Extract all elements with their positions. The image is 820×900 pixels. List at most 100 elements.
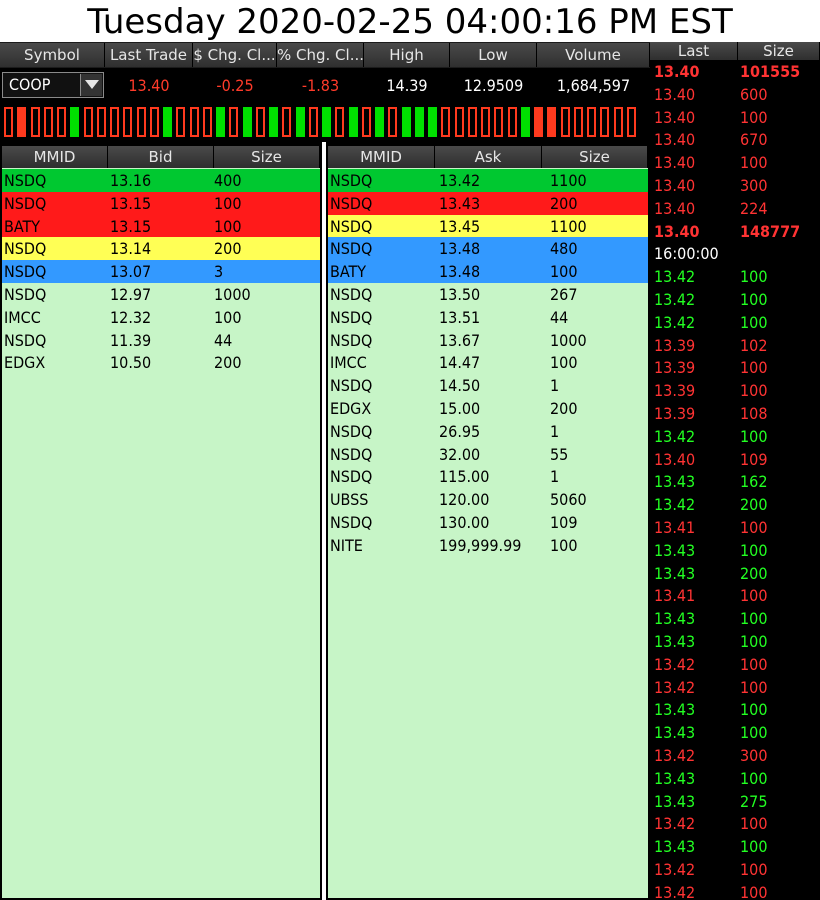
ts-last: 13.39 bbox=[654, 335, 696, 355]
tick-mark bbox=[216, 107, 225, 137]
ts-row[interactable]: 13.43 100 bbox=[650, 631, 820, 654]
tick-mark bbox=[149, 107, 159, 137]
book-size: 44 bbox=[214, 330, 233, 350]
book-row[interactable]: NSDQ 13.07 3 bbox=[2, 260, 320, 284]
ts-row[interactable]: 13.42 100 bbox=[650, 654, 820, 677]
bid-header-bid[interactable]: Bid bbox=[108, 146, 214, 168]
book-mmid: NSDQ bbox=[330, 285, 373, 304]
ts-row[interactable]: 13.41 100 bbox=[650, 517, 820, 540]
ts-row[interactable]: 13.40 100 bbox=[650, 152, 820, 175]
ts-row[interactable]: 13.43 275 bbox=[650, 791, 820, 814]
ts-row[interactable]: 13.43 100 bbox=[650, 699, 820, 722]
header-symbol[interactable]: Symbol bbox=[0, 43, 105, 67]
ask-header-ask[interactable]: Ask bbox=[435, 146, 542, 168]
book-row[interactable]: IMCC 12.32 100 bbox=[2, 306, 320, 329]
ts-row[interactable]: 13.40 670 bbox=[650, 129, 820, 152]
book-price: 10.50 bbox=[110, 353, 152, 373]
ts-last: 13.41 bbox=[654, 518, 696, 537]
bid-header-size[interactable]: Size bbox=[214, 146, 320, 168]
book-row[interactable]: BATY 13.15 100 bbox=[2, 214, 320, 238]
ts-row[interactable]: 13.42 100 bbox=[650, 677, 820, 700]
ts-row[interactable]: 13.40 100 bbox=[650, 107, 820, 130]
ts-last: 13.43 bbox=[654, 609, 696, 629]
ts-row[interactable]: 13.42 100 bbox=[650, 289, 820, 312]
ts-row[interactable]: 13.42 100 bbox=[650, 266, 820, 289]
tick-mark bbox=[242, 107, 252, 137]
book-row[interactable]: NSDQ 13.14 200 bbox=[2, 237, 320, 261]
ts-row[interactable]: 13.43 200 bbox=[650, 563, 820, 586]
ts-row[interactable]: 13.40 109 bbox=[650, 449, 820, 472]
ts-row[interactable]: 13.41 100 bbox=[650, 585, 820, 608]
book-row[interactable]: NSDQ 13.45 1100 bbox=[328, 214, 648, 238]
ts-size: 101555 bbox=[740, 62, 801, 81]
book-row[interactable]: IMCC 14.47 100 bbox=[328, 351, 648, 374]
book-row[interactable]: NSDQ 32.00 55 bbox=[328, 443, 648, 466]
book-size: 1100 bbox=[550, 216, 587, 236]
book-row[interactable]: NSDQ 115.00 1 bbox=[328, 465, 648, 488]
book-row[interactable]: NSDQ 13.67 1000 bbox=[328, 329, 648, 352]
ts-row[interactable]: 13.40 300 bbox=[650, 175, 820, 198]
book-price: 120.00 bbox=[439, 490, 490, 510]
ts-header-size[interactable]: Size bbox=[738, 42, 820, 60]
book-row[interactable]: NITE 199,999.99 100 bbox=[328, 534, 648, 557]
book-price: 11.39 bbox=[110, 330, 152, 350]
book-row[interactable]: NSDQ 11.39 44 bbox=[2, 329, 320, 352]
ts-row[interactable]: 13.39 100 bbox=[650, 357, 820, 380]
ts-row[interactable]: 13.43 100 bbox=[650, 540, 820, 563]
book-row[interactable]: UBSS 120.00 5060 bbox=[328, 488, 648, 511]
tick-mark bbox=[255, 107, 265, 137]
ts-row[interactable]: 16:00:00 bbox=[650, 243, 820, 266]
ts-row[interactable]: 13.42 300 bbox=[650, 745, 820, 768]
ask-header-mmid[interactable]: MMID bbox=[328, 146, 435, 168]
chevron-down-icon[interactable] bbox=[80, 74, 102, 96]
ts-last: 13.42 bbox=[654, 814, 696, 834]
ts-row[interactable]: 13.40 101555 bbox=[650, 61, 820, 84]
ts-row[interactable]: 13.43 100 bbox=[650, 722, 820, 745]
header-volume[interactable]: Volume bbox=[537, 43, 650, 67]
book-row[interactable]: NSDQ 130.00 109 bbox=[328, 511, 648, 534]
tick-mark bbox=[96, 107, 106, 137]
ts-row[interactable]: 13.43 100 bbox=[650, 836, 820, 859]
book-row[interactable]: NSDQ 13.48 480 bbox=[328, 237, 648, 261]
ts-row[interactable]: 13.43 100 bbox=[650, 768, 820, 791]
ts-row[interactable]: 13.42 100 bbox=[650, 426, 820, 449]
book-row[interactable]: NSDQ 13.50 267 bbox=[328, 283, 648, 306]
book-row[interactable]: EDGX 15.00 200 bbox=[328, 397, 648, 420]
header-dollar-change[interactable]: $ Chg. Cl... bbox=[193, 43, 277, 67]
header-percent-change[interactable]: % Chg. Cl... bbox=[277, 43, 364, 67]
ts-size: 600 bbox=[740, 84, 768, 104]
ts-row[interactable]: 13.42 100 bbox=[650, 312, 820, 335]
book-price: 32.00 bbox=[439, 444, 481, 464]
tick-mark bbox=[110, 107, 119, 137]
ts-row[interactable]: 13.42 100 bbox=[650, 813, 820, 836]
book-row[interactable]: NSDQ 12.97 1000 bbox=[2, 283, 320, 306]
bid-header-mmid[interactable]: MMID bbox=[2, 146, 108, 168]
ask-header-size[interactable]: Size bbox=[542, 146, 648, 168]
book-row[interactable]: NSDQ 13.15 100 bbox=[2, 191, 320, 215]
book-row[interactable]: NSDQ 13.43 200 bbox=[328, 191, 648, 215]
ts-row[interactable]: 13.39 108 bbox=[650, 403, 820, 426]
book-row[interactable]: NSDQ 13.51 44 bbox=[328, 306, 648, 329]
book-row[interactable]: BATY 13.48 100 bbox=[328, 260, 648, 284]
book-row[interactable]: NSDQ 14.50 1 bbox=[328, 374, 648, 397]
header-low[interactable]: Low bbox=[450, 43, 537, 67]
ts-row[interactable]: 13.39 100 bbox=[650, 380, 820, 403]
header-high[interactable]: High bbox=[364, 43, 450, 67]
ts-row[interactable]: 13.39 102 bbox=[650, 335, 820, 358]
symbol-select[interactable]: COOP bbox=[2, 72, 104, 98]
book-row[interactable]: NSDQ 13.16 400 bbox=[2, 169, 320, 192]
ts-row[interactable]: 13.43 162 bbox=[650, 471, 820, 494]
ts-row[interactable]: 13.40 600 bbox=[650, 84, 820, 107]
ts-row[interactable]: 13.40 224 bbox=[650, 198, 820, 221]
ts-row[interactable]: 13.43 100 bbox=[650, 608, 820, 631]
ts-row[interactable]: 13.40 148777 bbox=[650, 221, 820, 244]
header-last-trade[interactable]: Last Trade bbox=[105, 43, 193, 67]
ts-size: 100 bbox=[740, 814, 768, 834]
ts-header-last[interactable]: Last bbox=[650, 42, 738, 60]
book-row[interactable]: EDGX 10.50 200 bbox=[2, 351, 320, 374]
ts-row[interactable]: 13.42 100 bbox=[650, 859, 820, 882]
ts-row[interactable]: 13.42 100 bbox=[650, 882, 820, 900]
ts-row[interactable]: 13.42 200 bbox=[650, 494, 820, 517]
book-row[interactable]: NSDQ 26.95 1 bbox=[328, 420, 648, 443]
book-row[interactable]: NSDQ 13.42 1100 bbox=[328, 169, 648, 192]
